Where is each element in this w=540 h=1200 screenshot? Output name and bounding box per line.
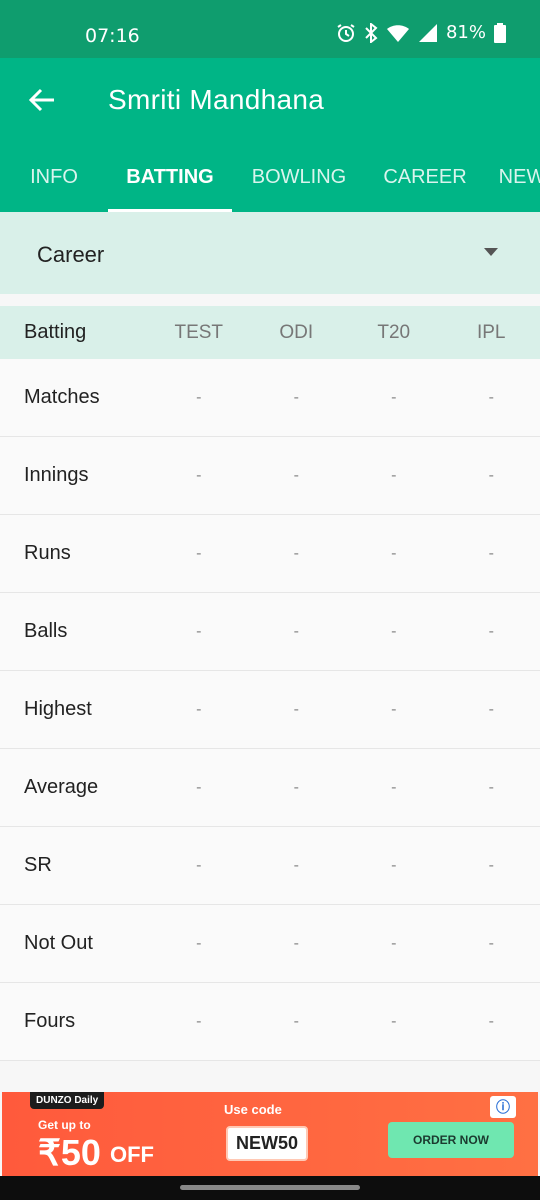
stat-value: -	[391, 466, 397, 484]
stat-value: -	[196, 1012, 202, 1030]
table-row: Innings - - - -	[0, 437, 540, 515]
tab-label: BOWLING	[251, 166, 347, 188]
stat-value: -	[196, 778, 202, 796]
row-label: Innings	[24, 464, 89, 486]
table-row: Average - - - -	[0, 749, 540, 827]
column-header: TEST	[174, 321, 224, 343]
app-bar: Smriti Mandhana INFO BATTING BOWLING CAR…	[0, 58, 540, 212]
table-row: Highest - - - -	[0, 671, 540, 749]
stat-value: -	[196, 700, 202, 718]
row-label: Average	[24, 776, 99, 798]
stat-value: -	[293, 544, 299, 562]
tab-career[interactable]: CAREER	[366, 158, 484, 212]
stat-value: -	[391, 622, 397, 640]
ad-banner[interactable]: DUNZO Daily Get up to ₹50 OFF Use code N…	[2, 1092, 538, 1176]
dropdown-arrow-icon	[484, 248, 498, 256]
stat-value: -	[488, 466, 494, 484]
wifi-icon	[386, 24, 409, 42]
stat-value: -	[391, 544, 397, 562]
stat-value: -	[293, 778, 299, 796]
ad-brand: DUNZO Daily	[30, 1092, 105, 1109]
stat-value: -	[196, 622, 202, 640]
navigation-bar	[0, 1176, 540, 1200]
status-icons: 81%	[336, 22, 506, 43]
stat-value: -	[293, 856, 299, 874]
table-body: Matches - - - - Innings - - - - Runs - - - - Balls - - - - H…	[0, 359, 540, 1061]
stat-value: -	[488, 856, 494, 874]
tab-news[interactable]: NEW	[484, 158, 540, 212]
row-label: Runs	[24, 542, 71, 564]
row-label: Highest	[24, 698, 92, 720]
table-row: Runs - - - -	[0, 515, 540, 593]
tab-bar: INFO BATTING BOWLING CAREER NEW	[0, 158, 540, 212]
ad-off: OFF	[110, 1142, 154, 1167]
tab-label: INFO	[30, 166, 78, 188]
stat-value: -	[293, 466, 299, 484]
tab-label: NEW	[498, 166, 540, 188]
header-label: Batting	[24, 321, 87, 343]
row-label: Not Out	[24, 932, 93, 954]
ad-amount: ₹50	[38, 1132, 101, 1173]
stat-value: -	[293, 700, 299, 718]
stat-value: -	[391, 1012, 397, 1030]
row-label: Balls	[24, 620, 68, 642]
stat-value: -	[488, 778, 494, 796]
stat-value: -	[391, 934, 397, 952]
home-gesture-handle[interactable]	[180, 1185, 360, 1190]
table-row: SR - - - -	[0, 827, 540, 905]
page-title: Smriti Mandhana	[108, 84, 325, 115]
stat-value: -	[488, 544, 494, 562]
tab-label: BATTING	[126, 166, 214, 188]
stat-value: -	[391, 700, 397, 718]
row-label: SR	[24, 854, 52, 876]
alarm-icon	[337, 23, 355, 42]
stat-value: -	[196, 388, 202, 406]
stat-value: -	[293, 622, 299, 640]
battery-percent: 81%	[445, 22, 486, 43]
column-header: ODI	[279, 321, 314, 343]
table-row: Fours - - - -	[0, 983, 540, 1061]
column-header: T20	[377, 321, 411, 343]
stat-value: -	[196, 856, 202, 874]
back-arrow-icon[interactable]	[26, 84, 58, 116]
stat-value: -	[293, 1012, 299, 1030]
stat-value: -	[293, 934, 299, 952]
table-row: Not Out - - - -	[0, 905, 540, 983]
row-label: Fours	[24, 1010, 76, 1032]
stat-value: -	[391, 778, 397, 796]
ad-info-icon[interactable]: ⓘ	[490, 1096, 516, 1118]
stat-value: -	[196, 934, 202, 952]
ad-get-up-to: Get up to	[38, 1118, 91, 1132]
stat-value: -	[196, 544, 202, 562]
table-header: Batting TEST ODI T20 IPL	[0, 306, 540, 359]
tab-batting[interactable]: BATTING	[108, 158, 232, 212]
status-bar: 07:16 81%	[0, 0, 540, 58]
stat-value: -	[391, 388, 397, 406]
ad-order-now-button[interactable]: ORDER NOW	[388, 1122, 514, 1158]
stat-value: -	[488, 700, 494, 718]
batting-stats-table: Batting TEST ODI T20 IPL Matches - - - - Inni…	[0, 306, 540, 1061]
ad-use-code: Use code	[224, 1102, 282, 1117]
stat-value: -	[488, 934, 494, 952]
battery-icon	[494, 22, 506, 43]
tab-label: CAREER	[383, 166, 467, 188]
table-row: Matches - - - -	[0, 359, 540, 437]
column-header: IPL	[476, 321, 506, 343]
career-dropdown[interactable]: Career	[0, 212, 540, 294]
stat-value: -	[196, 466, 202, 484]
signal-icon	[418, 23, 437, 42]
bluetooth-icon	[365, 22, 378, 43]
dropdown-value: Career	[37, 242, 105, 267]
stat-value: -	[391, 856, 397, 874]
table-row: Balls - - - -	[0, 593, 540, 671]
row-label: Matches	[24, 386, 100, 408]
stat-value: -	[293, 388, 299, 406]
stat-value: -	[488, 388, 494, 406]
status-time: 07:16	[85, 25, 140, 47]
stat-value: -	[488, 1012, 494, 1030]
tab-bowling[interactable]: BOWLING	[232, 158, 366, 212]
ad-promo-code: NEW50	[226, 1126, 309, 1161]
tab-info[interactable]: INFO	[0, 158, 108, 212]
stat-value: -	[488, 622, 494, 640]
